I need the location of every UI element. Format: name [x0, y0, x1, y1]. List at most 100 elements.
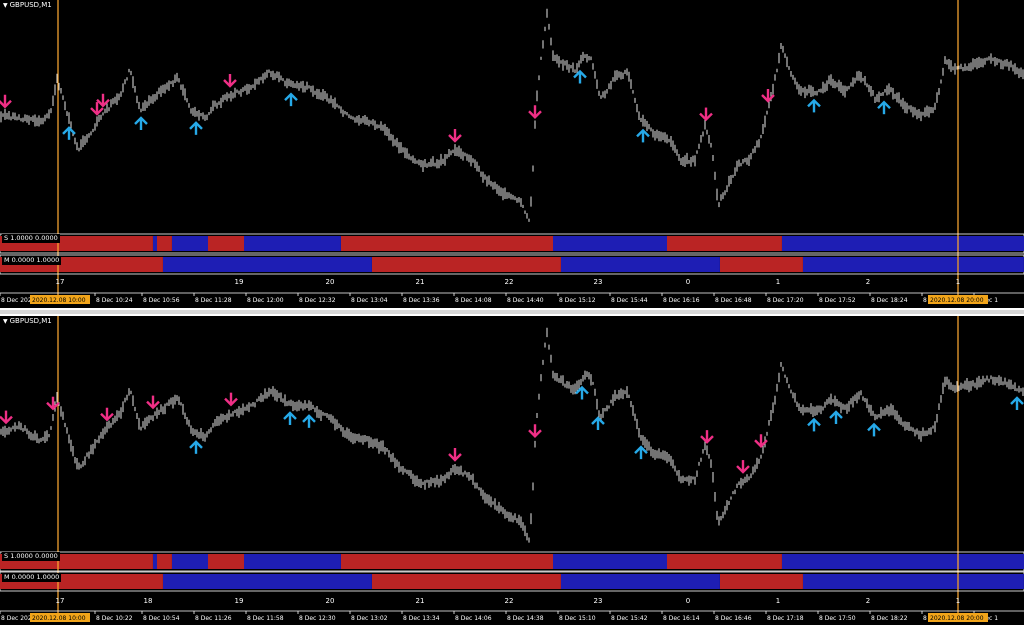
chart-window-1[interactable]: 17 19 20 21 22 23 0 1 2 1 8 Dec 2020 8 Dec 10:24 8 D… [0, 0, 1024, 308]
up-arrow-icon [636, 128, 650, 143]
up-arrow-icon [283, 411, 297, 425]
time-label: 8 Dec 18:24 [871, 297, 908, 304]
triangle-down-icon[interactable]: ▼ [3, 318, 8, 325]
indicator-segment-blue [153, 554, 157, 569]
hour-label: 0 [686, 597, 690, 605]
down-arrow-icon [528, 105, 542, 119]
down-arrow-icon [700, 430, 714, 444]
down-arrow-icon [736, 460, 750, 474]
up-arrow-icon [189, 121, 203, 135]
hour-label: 21 [416, 597, 425, 605]
up-arrow-icon [829, 410, 843, 424]
down-arrow-icon [699, 107, 713, 122]
down-arrow-icon [0, 410, 13, 425]
chart-canvas-2[interactable]: 17 18 19 20 21 22 23 0 1 2 18 Dec 2020 8 Dec 10:22 8… [0, 316, 1024, 625]
time-label: 8 Dec 10:54 [143, 615, 180, 622]
indicator-segment-red [341, 554, 553, 569]
time-badge-label: 2020.12.08 20:00 [930, 297, 984, 304]
hour-label: 0 [686, 278, 690, 286]
up-arrow-icon [807, 417, 821, 432]
up-arrow-icon [807, 98, 821, 113]
time-label: 8 Dec 17:52 [819, 297, 856, 304]
hour-label: 1 [776, 597, 780, 605]
indicator-segment-blue [163, 574, 372, 589]
up-arrow-icon [284, 92, 298, 107]
symbol-label: GBPUSD,M1 [9, 317, 52, 325]
hour-label: 19 [235, 597, 244, 605]
time-label: 8 Dec 12:32 [299, 297, 336, 304]
hour-label: 2 [866, 278, 870, 286]
up-arrow-icon [189, 440, 203, 454]
time-label: 8 Dec 18:22 [871, 615, 908, 622]
price-series [0, 8, 1024, 222]
chart-canvas-1[interactable]: 17 19 20 21 22 23 0 1 2 18 Dec 2020 8 Dec 10:24 8 D… [0, 0, 1024, 308]
time-label: 8 Dec 12:30 [299, 615, 336, 622]
time-label: 8 Dec 15:10 [559, 615, 596, 622]
indicator-segment-red [208, 236, 244, 251]
hour-label: 17 [56, 278, 65, 286]
down-arrow-icon [100, 407, 114, 422]
down-arrow-icon [223, 74, 237, 88]
indicator-segment-blue [244, 554, 341, 569]
time-label: 8 Dec 17:50 [819, 615, 856, 622]
indicator-label-m: M 0.0000 1.0000 [2, 256, 62, 265]
indicator-segment-blue [153, 236, 157, 251]
down-arrow-icon [448, 448, 462, 462]
hour-label: 20 [326, 597, 335, 605]
down-arrow-icon [761, 89, 775, 103]
up-arrow-icon [573, 69, 587, 84]
indicator-segment-blue [163, 257, 372, 272]
up-arrow-icon [867, 422, 881, 437]
indicator-label-s: S 1.0000 0.0000 [2, 552, 60, 561]
time-label: 8 Dec 13:02 [351, 615, 388, 622]
down-arrow-icon [224, 392, 238, 407]
time-label: 8 Dec 11:28 [195, 297, 232, 304]
up-arrow-icon [591, 416, 605, 430]
time-label: 8 Dec 13:36 [403, 297, 440, 304]
price-series [0, 327, 1024, 543]
hour-label: 19 [235, 278, 244, 286]
triangle-down-icon[interactable]: ▼ [3, 2, 8, 9]
up-arrow-icon [134, 116, 148, 130]
down-arrow-icon [0, 94, 12, 109]
chart-title-1: ▼ GBPUSD,M1 [3, 1, 52, 9]
time-label: 8 Dec 13:34 [403, 615, 440, 622]
chart-window-2[interactable]: 17 18 19 20 21 22 23 0 1 2 1 8 Dec 2020 8 Dec 10:22 8… [0, 316, 1024, 625]
indicator-segment-blue [172, 236, 208, 251]
hour-label: 22 [505, 278, 514, 286]
time-label: 8 Dec 16:46 [715, 615, 752, 622]
indicator-segment-red [372, 257, 561, 272]
time-label: 8 Dec 17:20 [767, 297, 804, 304]
up-arrow-icon [634, 445, 648, 460]
indicator-segment-red [720, 257, 803, 272]
indicator-segment-blue [244, 236, 341, 251]
down-arrow-icon [448, 129, 462, 143]
up-arrow-icon [1010, 396, 1024, 410]
window-divider[interactable] [0, 308, 1024, 316]
hour-label: 23 [594, 278, 603, 286]
time-label: 8 Dec 12:00 [247, 297, 284, 304]
time-label: 8 Dec 13:04 [351, 297, 388, 304]
time-label: 8 Dec 14:38 [507, 615, 544, 622]
indicator-segment-blue [172, 554, 208, 569]
time-label: 8 Dec 17:18 [767, 615, 804, 622]
time-badge-label: 2020.12.08 20:00 [930, 615, 984, 622]
indicator-segment-red [720, 574, 803, 589]
hour-label: 23 [594, 597, 603, 605]
indicator-segment-red [341, 236, 553, 251]
time-label: 8 Dec 14:40 [507, 297, 544, 304]
time-label: 8 Dec 16:48 [715, 297, 752, 304]
hour-label: 21 [416, 278, 425, 286]
time-label: 8 Dec 16:16 [663, 297, 700, 304]
time-label: 8 Dec 10:22 [96, 615, 133, 622]
down-arrow-icon [528, 424, 542, 438]
indicator-label-m: M 0.0000 1.0000 [2, 573, 62, 582]
indicator-segment-red [372, 574, 561, 589]
hour-label: 1 [776, 278, 780, 286]
time-label: 8 Dec 14:06 [455, 615, 492, 622]
symbol-label: GBPUSD,M1 [9, 1, 52, 9]
time-label: 8 Dec 10:56 [143, 297, 180, 304]
time-label: 8 Dec 11:26 [195, 615, 232, 622]
hour-label: 22 [505, 597, 514, 605]
time-label: 8 Dec 15:12 [559, 297, 596, 304]
